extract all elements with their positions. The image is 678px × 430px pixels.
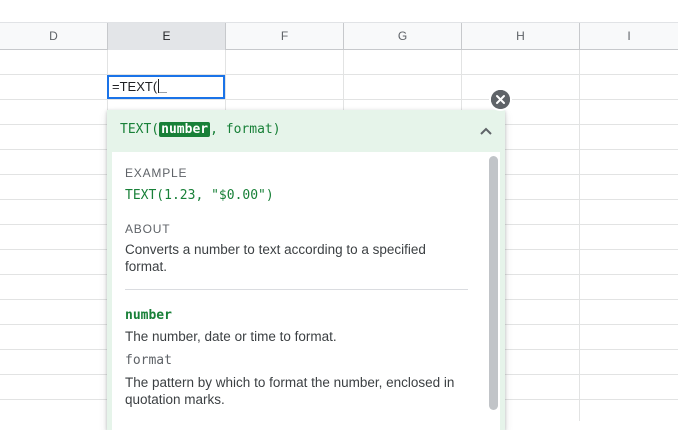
param-format-description: The pattern by which to format the numbe… bbox=[125, 375, 455, 407]
toolbar-strip bbox=[0, 0, 678, 22]
function-signature: TEXT(number, format) bbox=[120, 120, 281, 140]
active-parameter: number bbox=[159, 122, 211, 137]
popup-header[interactable]: TEXT(number, format) bbox=[107, 110, 505, 151]
popup-scrollbar[interactable] bbox=[489, 156, 498, 410]
about-label: ABOUT bbox=[125, 222, 171, 236]
cell-editor-e3[interactable]: =TEXT( bbox=[107, 75, 225, 99]
column-header-e[interactable]: E bbox=[108, 23, 226, 50]
param-number-description: The number, date or time to format. bbox=[125, 329, 337, 344]
example-code: TEXT(1.23, "$0.00") bbox=[125, 188, 274, 203]
closing-paren-hint bbox=[159, 82, 168, 93]
section-divider bbox=[125, 289, 468, 290]
column-header-d[interactable]: D bbox=[0, 23, 108, 50]
column-header-g[interactable]: G bbox=[344, 23, 462, 50]
param-number-name: number bbox=[125, 308, 172, 323]
chevron-up-icon[interactable] bbox=[479, 120, 493, 140]
formula-help-popup: TEXT(number, format) EXAMPLE TEXT(1.23, … bbox=[107, 110, 505, 430]
popup-body[interactable]: EXAMPLE TEXT(1.23, "$0.00") ABOUT Conver… bbox=[112, 152, 500, 430]
column-header-h[interactable]: H bbox=[462, 23, 580, 50]
signature-rest: , format) bbox=[210, 122, 281, 137]
close-icon-glyph bbox=[491, 90, 510, 109]
grid-row-line bbox=[0, 74, 678, 75]
about-text: Converts a number to text according to a… bbox=[125, 242, 426, 274]
column-header-f[interactable]: F bbox=[226, 23, 344, 50]
grid-row-line bbox=[0, 99, 678, 100]
function-name: TEXT( bbox=[120, 122, 160, 137]
close-circle-icon[interactable] bbox=[491, 90, 510, 109]
column-header-row: D E F G H I bbox=[0, 22, 678, 50]
formula-text: =TEXT( bbox=[112, 79, 158, 94]
example-label: EXAMPLE bbox=[125, 166, 188, 180]
param-format-name: format bbox=[125, 353, 172, 368]
chevron-up-icon-glyph bbox=[480, 127, 492, 135]
column-header-i[interactable]: I bbox=[580, 23, 678, 50]
grid-col-line bbox=[579, 50, 580, 421]
